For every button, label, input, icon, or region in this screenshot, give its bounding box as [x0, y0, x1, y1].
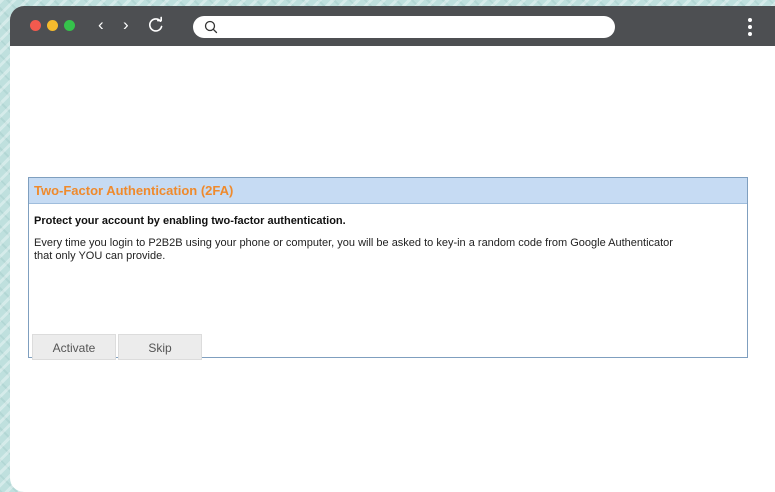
dialog-header: Two-Factor Authentication (2FA)	[29, 178, 747, 204]
maximize-window-button[interactable]	[64, 20, 75, 31]
dialog-actions: Activate Skip	[32, 334, 202, 360]
close-window-button[interactable]	[30, 20, 41, 31]
browser-toolbar: ‹ ›	[10, 6, 775, 46]
search-icon	[203, 19, 219, 35]
skip-button[interactable]: Skip	[118, 334, 202, 360]
browser-window: ‹ › Two-Factor Authentication (2FA) Prot…	[10, 6, 775, 492]
dialog-title: Two-Factor Authentication (2FA)	[34, 183, 234, 198]
chevron-right-icon[interactable]: ›	[123, 14, 129, 36]
minimize-window-button[interactable]	[47, 20, 58, 31]
kebab-menu-icon[interactable]	[744, 16, 756, 38]
address-input[interactable]	[223, 18, 607, 38]
reload-icon[interactable]	[147, 16, 165, 34]
dialog-subtitle: Protect your account by enabling two-fac…	[34, 215, 346, 227]
chevron-left-icon[interactable]: ‹	[98, 14, 104, 36]
dialog-body: Protect your account by enabling two-fac…	[29, 204, 747, 263]
address-bar[interactable]	[193, 16, 615, 38]
dialog-description: Every time you login to P2B2B using your…	[34, 237, 673, 262]
activate-button[interactable]: Activate	[32, 334, 116, 360]
two-factor-dialog: Two-Factor Authentication (2FA) Protect …	[28, 177, 748, 360]
